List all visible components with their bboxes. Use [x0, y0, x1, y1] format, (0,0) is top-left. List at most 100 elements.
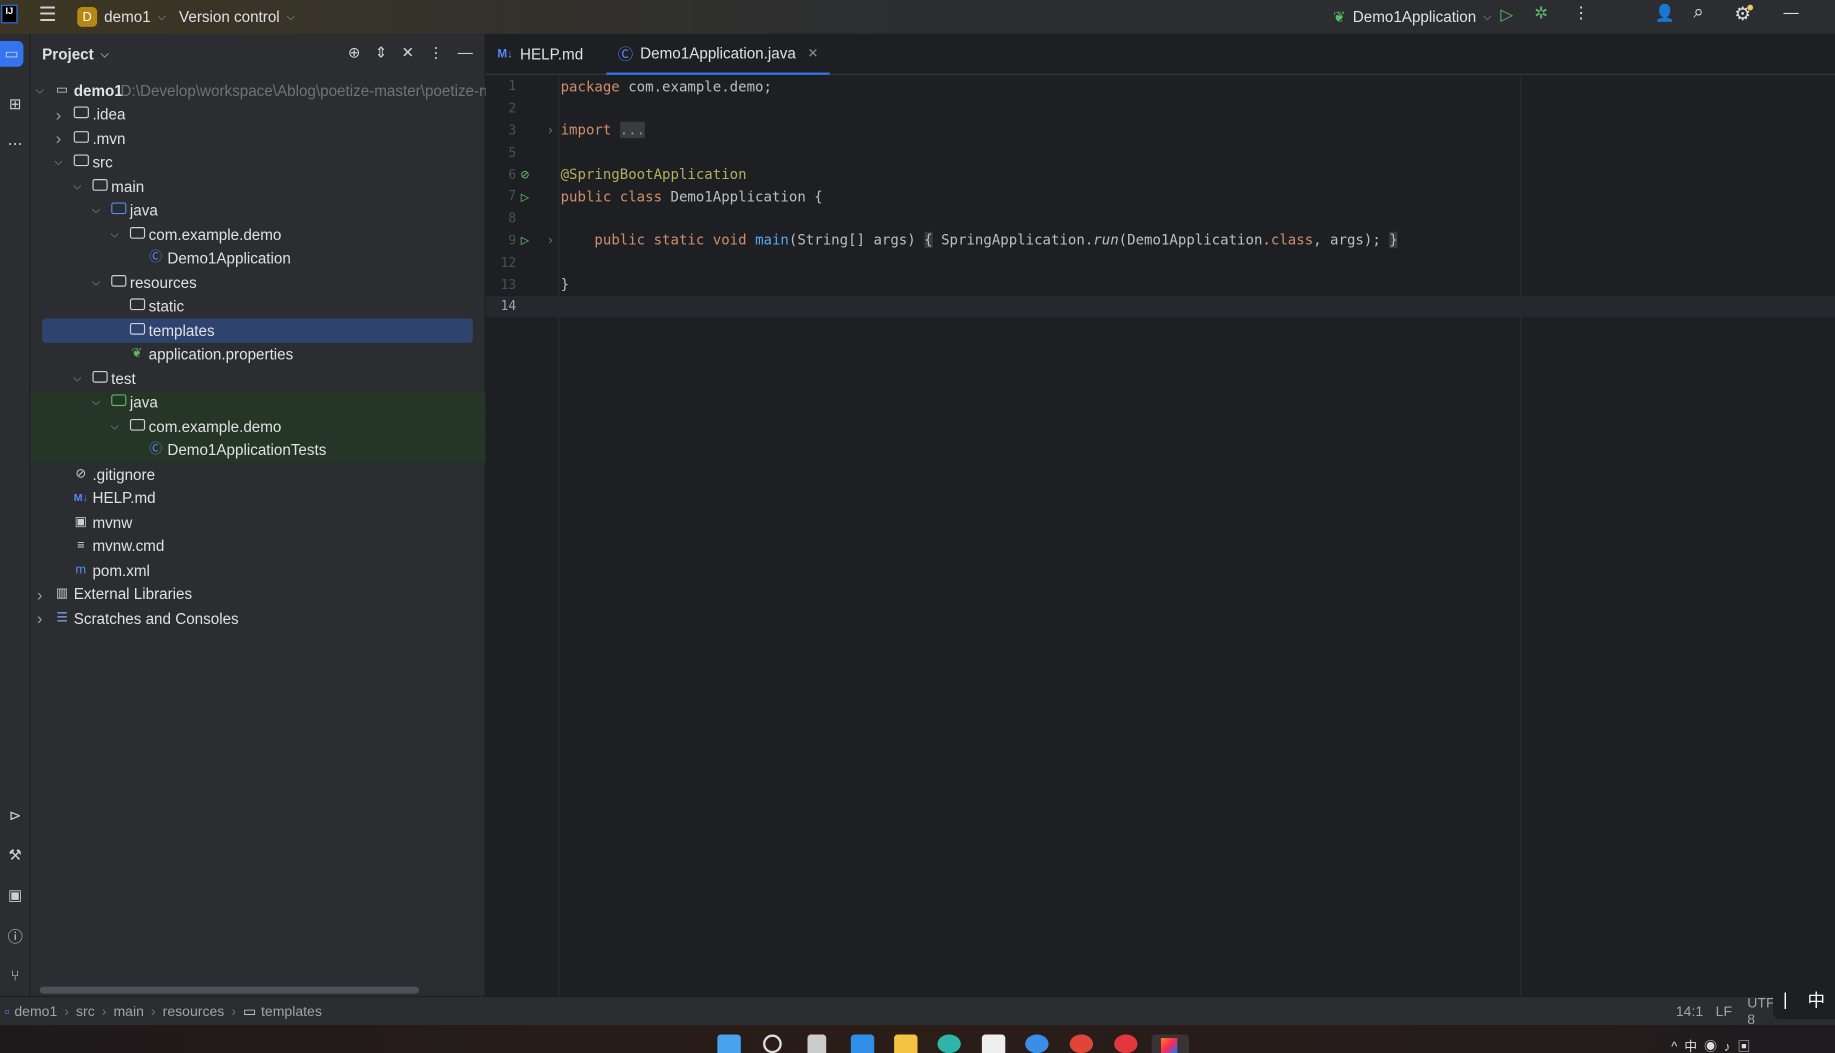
ime-indicator[interactable]: | 中: [1773, 979, 1835, 1020]
task-view-icon[interactable]: [807, 1034, 827, 1053]
tree-item[interactable]: › ☰ Scratches and Consoles: [30, 606, 485, 630]
code-editor[interactable]: 1 package com.example.demo; 2 3 › import ... 5…: [485, 74, 1835, 996]
tree-item[interactable]: ⌵ com.example.demo: [30, 222, 485, 246]
tree-item[interactable]: ⌵ test: [30, 366, 485, 390]
chevron-down-icon[interactable]: ⌵: [70, 372, 84, 385]
build-icon[interactable]: ⚒: [5, 845, 26, 866]
code-line[interactable]: 12: [486, 251, 1835, 273]
code-line[interactable]: 2: [486, 97, 1835, 119]
chevron-down-icon[interactable]: ⌵: [89, 276, 103, 289]
collapse-all-icon[interactable]: ✕: [402, 43, 415, 62]
line-separator[interactable]: LF: [1716, 1003, 1732, 1019]
tree-item[interactable]: ⌵ main: [30, 174, 485, 198]
file-encoding[interactable]: UTF-8: [1747, 995, 1773, 1028]
spring-bean-icon[interactable]: ⊘: [521, 166, 529, 182]
horizontal-scrollbar[interactable]: [39, 986, 419, 994]
chevron-down-icon[interactable]: ⌵: [108, 228, 122, 241]
tree-item[interactable]: Ⓒ Demo1ApplicationTests: [30, 438, 486, 463]
add-user-icon[interactable]: 👤: [1655, 4, 1675, 24]
tree-item[interactable]: ▣ mvnw: [30, 510, 485, 534]
chevron-right-icon[interactable]: ›: [33, 585, 47, 604]
close-icon[interactable]: ✕: [807, 46, 818, 61]
tree-item[interactable]: ⌵ java: [30, 198, 485, 222]
code-line[interactable]: 14: [485, 295, 1835, 318]
settings-icon[interactable]: ⚙: [1734, 2, 1754, 25]
tab-help-md[interactable]: M↓ HELP.md: [497, 34, 583, 75]
code-line[interactable]: 13}: [486, 273, 1835, 295]
tree-item[interactable]: M↓ HELP.md: [30, 486, 485, 510]
search-taskbar-icon[interactable]: [763, 1034, 782, 1053]
run-icon[interactable]: ▷: [521, 188, 529, 204]
project-tool-icon[interactable]: ▭: [0, 40, 24, 67]
main-menu-icon[interactable]: ☰: [39, 4, 57, 27]
tree-item[interactable]: ⌵ com.example.demo: [30, 414, 486, 439]
breadcrumb-item[interactable]: src: [76, 1003, 95, 1019]
intellij-icon[interactable]: [1151, 1034, 1190, 1053]
code-line[interactable]: 8: [486, 207, 1835, 229]
fold-icon[interactable]: ›: [547, 233, 555, 248]
fold-icon[interactable]: ›: [547, 123, 555, 138]
code-line[interactable]: 7 ▷ public class Demo1Application {: [486, 185, 1835, 207]
chevron-right-icon[interactable]: ›: [51, 105, 65, 124]
tree-item[interactable]: ≡ mvnw.cmd: [30, 534, 485, 558]
windows-start-icon[interactable]: [717, 1034, 741, 1053]
code-line[interactable]: 9 ▷ › public static void main(String[] arg…: [486, 229, 1835, 251]
chevron-right-icon[interactable]: ›: [33, 609, 47, 628]
tree-item[interactable]: › .mvn: [30, 126, 485, 150]
search-icon[interactable]: ⌕: [1693, 2, 1703, 23]
tree-item[interactable]: ⌵ src: [30, 150, 485, 174]
breadcrumb-item[interactable]: main: [113, 1003, 143, 1019]
code-line[interactable]: 6 ⊘ @SpringBootApplication: [486, 163, 1835, 185]
chevron-down-icon[interactable]: ⌵: [70, 180, 84, 193]
chevron-right-icon[interactable]: ›: [51, 129, 65, 148]
run-icon[interactable]: ▷: [521, 232, 529, 248]
tree-item[interactable]: Ⓒ Demo1Application: [30, 246, 485, 270]
tree-item[interactable]: ⌵ resources: [30, 270, 485, 294]
locate-icon[interactable]: ⊕: [348, 43, 361, 62]
more-tools-icon[interactable]: ⋯: [5, 133, 26, 154]
structure-icon[interactable]: ⊞: [5, 94, 26, 115]
vcs-menu[interactable]: Version control ⌵: [179, 8, 295, 26]
tree-item[interactable]: static: [30, 294, 485, 318]
widgets-icon[interactable]: [850, 1034, 875, 1053]
terminal-icon[interactable]: ▣: [5, 885, 26, 906]
run-icon[interactable]: ▷: [1500, 5, 1513, 25]
run-tool-icon[interactable]: ⊳: [5, 805, 26, 826]
expand-all-icon[interactable]: ⇕: [375, 43, 388, 62]
chrome-icon[interactable]: [1069, 1034, 1094, 1053]
chevron-down-icon[interactable]: ⌵: [51, 156, 65, 169]
chevron-down-icon[interactable]: ⌵: [108, 420, 122, 433]
tree-item[interactable]: ⌵ java: [30, 390, 486, 415]
code-line[interactable]: 5: [486, 141, 1835, 163]
chevron-down-icon[interactable]: ⌵: [89, 396, 103, 409]
git-icon[interactable]: ⑂: [5, 964, 26, 985]
breadcrumb-item[interactable]: ▭ templates: [243, 1003, 322, 1019]
tree-item[interactable]: templates: [30, 318, 485, 343]
code-line[interactable]: 1 package com.example.demo;: [486, 75, 1835, 97]
chevron-down-icon[interactable]: ⌵: [89, 204, 103, 217]
options-icon[interactable]: ⋮: [428, 43, 443, 62]
tree-item[interactable]: › ▥ External Libraries: [30, 582, 485, 606]
minimize-button[interactable]: —: [1784, 4, 1799, 22]
hide-icon[interactable]: —: [458, 43, 473, 62]
code-line[interactable]: 3 › import ...: [486, 119, 1835, 141]
tree-item[interactable]: m pom.xml: [30, 558, 485, 582]
ie-icon[interactable]: [1025, 1034, 1049, 1053]
edge-icon[interactable]: [937, 1034, 961, 1053]
chevron-down-icon[interactable]: ⌵: [33, 84, 47, 97]
caret-position[interactable]: 14:1: [1676, 1003, 1703, 1019]
breadcrumb-item[interactable]: resources: [163, 1003, 225, 1019]
tray-icons[interactable]: ^中◉♪▣: [1671, 1037, 1757, 1053]
tree-item[interactable]: › .idea: [30, 102, 485, 126]
tree-item[interactable]: ❦ application.properties: [30, 342, 485, 366]
tree-item[interactable]: ⌵ ▭ demo1 D:\Develop\workspace\Ablog\poetiz…: [30, 78, 486, 102]
more-icon[interactable]: ⋮: [1573, 4, 1589, 24]
tab-demo1application-java[interactable]: Ⓒ Demo1Application.java ✕: [606, 34, 830, 75]
tree-item[interactable]: ⊘ .gitignore: [30, 462, 485, 486]
problems-icon[interactable]: ⓘ: [5, 925, 26, 946]
store-icon[interactable]: [981, 1034, 1006, 1053]
project-switcher[interactable]: D demo1 ⌵: [77, 7, 166, 27]
run-config-selector[interactable]: ❦ Demo1Application ⌵: [1333, 8, 1491, 27]
breadcrumb-item[interactable]: ▫ demo1: [5, 1003, 58, 1019]
debug-icon[interactable]: ✲: [1534, 4, 1548, 24]
